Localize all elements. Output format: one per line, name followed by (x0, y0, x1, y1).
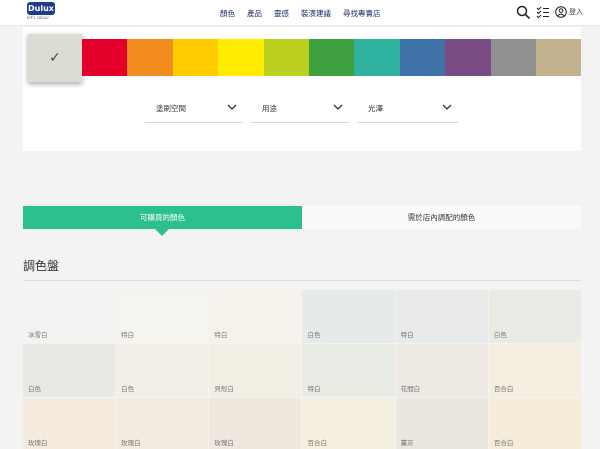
main-nav: 顏色 產品 靈感 裝潢建議 尋找專賣店 (214, 0, 387, 26)
filter-sheen-dropdown[interactable]: 光澤 (357, 96, 458, 123)
colour-chip-name: 貝殼白 (214, 385, 234, 393)
nav-advice[interactable]: 裝潢建議 (295, 8, 337, 19)
colour-chip-name: 特白 (400, 331, 414, 339)
colour-chip-name: 白色 (121, 385, 135, 393)
colour-chip-name: 百合白 (493, 439, 514, 447)
colour-chip-name: 薑灰 (400, 439, 414, 447)
filter-usage-label: 用途 (262, 104, 277, 113)
login-link[interactable]: 登入 (569, 7, 583, 17)
nav-products[interactable]: 產品 (241, 8, 268, 19)
colour-chip-name: 玫瑰白 (121, 439, 141, 447)
user-icon[interactable] (555, 6, 567, 18)
colour-chip[interactable]: 玫瑰白 (116, 398, 209, 449)
colour-chip-name: 玫瑰白 (28, 439, 48, 447)
palette-title: 調色盤 (23, 259, 60, 273)
colour-chip-name: 白色 (493, 331, 507, 339)
colour-chip-name: 冰雪白 (28, 331, 48, 339)
colour-chip-name: 花間白 (400, 385, 421, 393)
colour-chip-name: 特白 (214, 331, 228, 339)
colour-chip[interactable]: 百合白 (488, 344, 581, 397)
colour-chip[interactable]: 白色 (488, 290, 581, 343)
colour-chip-name: 百合白 (307, 439, 327, 447)
colour-chip-name: 玫瑰白 (214, 439, 234, 447)
selected-hue-swatch[interactable]: ✓ (28, 34, 82, 82)
check-icon: ✓ (49, 50, 61, 66)
colour-chip[interactable]: 薑灰 (395, 398, 488, 449)
hue-swatch-6[interactable] (354, 39, 400, 76)
site-header: Dulux let's colour 顏色 產品 靈感 裝潢建議 尋找專賣店 登… (0, 0, 600, 26)
colour-chip-name: 白色 (28, 385, 41, 393)
filter-room-label: 塗刷空間 (156, 104, 186, 113)
search-icon[interactable] (516, 5, 530, 19)
colour-palette-grid: 冰雪白 特白 特白 白色 特白 白色 白色 白色 貝殼白 特白 花間白 百合白 玫瑰白 玫瑰白 玫瑰白 百合白… (23, 290, 581, 449)
active-tab-indicator (155, 229, 169, 236)
checklist-icon[interactable] (536, 5, 550, 19)
chevron-down-icon (333, 104, 343, 110)
filter-usage-dropdown[interactable]: 用途 (251, 96, 349, 123)
nav-colours[interactable]: 顏色 (214, 8, 241, 19)
colour-chip[interactable]: 冰雪白 (23, 290, 116, 343)
availability-tabs: 可購買的顏色 需於店內調配的顏色 (23, 206, 581, 236)
palette-divider (23, 280, 581, 281)
colour-chip[interactable]: 特白 (395, 290, 488, 343)
nav-inspiration[interactable]: 靈感 (268, 8, 295, 19)
colour-chip-name: 特白 (307, 385, 321, 393)
colour-chip[interactable]: 白色 (302, 290, 395, 343)
chevron-down-icon (227, 104, 237, 110)
filter-room-dropdown[interactable]: 塗刷空間 (145, 96, 243, 123)
tab-tinted-in-store[interactable]: 需於店內調配的顏色 (302, 206, 581, 229)
colour-chip[interactable]: 玫瑰白 (23, 398, 116, 449)
colour-chip-name: 特白 (121, 331, 135, 339)
colour-chip[interactable]: 特白 (302, 344, 395, 397)
tab-ready-mixed[interactable]: 可購買的顏色 (23, 206, 302, 229)
hue-swatch-0[interactable] (82, 39, 128, 76)
colour-chip-name: 白色 (307, 331, 321, 339)
hue-swatch-1[interactable] (127, 39, 173, 76)
logo-tagline: let's colour (27, 15, 49, 20)
colour-chip[interactable]: 特白 (209, 290, 302, 343)
nav-store-finder[interactable]: 尋找專賣店 (337, 8, 387, 19)
hue-swatch-9[interactable] (490, 39, 536, 76)
colour-chip-name: 百合白 (493, 385, 514, 393)
chevron-down-icon (442, 104, 452, 110)
dulux-logo[interactable]: Dulux let's colour (27, 2, 55, 22)
colour-chip[interactable]: 特白 (116, 290, 209, 343)
hue-swatch-8[interactable] (445, 39, 491, 76)
colour-chip[interactable]: 玫瑰白 (209, 398, 302, 449)
colour-chip[interactable]: 百合白 (488, 398, 581, 449)
hue-swatch-3[interactable] (218, 39, 264, 76)
hue-strip (82, 39, 582, 76)
colour-chip[interactable]: 白色 (23, 344, 116, 397)
hue-swatch-2[interactable] (172, 39, 219, 76)
logo-mark: Dulux (27, 2, 55, 15)
hue-swatch-5[interactable] (308, 39, 355, 76)
colour-chip[interactable]: 百合白 (302, 398, 395, 449)
hue-swatch-4[interactable] (263, 39, 309, 76)
filter-sheen-label: 光澤 (368, 104, 383, 113)
colour-chip[interactable]: 貝殼白 (209, 344, 302, 397)
colour-chip[interactable]: 白色 (116, 344, 209, 397)
hue-swatch-10[interactable] (535, 39, 582, 76)
hue-swatch-7[interactable] (399, 39, 446, 76)
colour-chip[interactable]: 花間白 (395, 344, 488, 397)
